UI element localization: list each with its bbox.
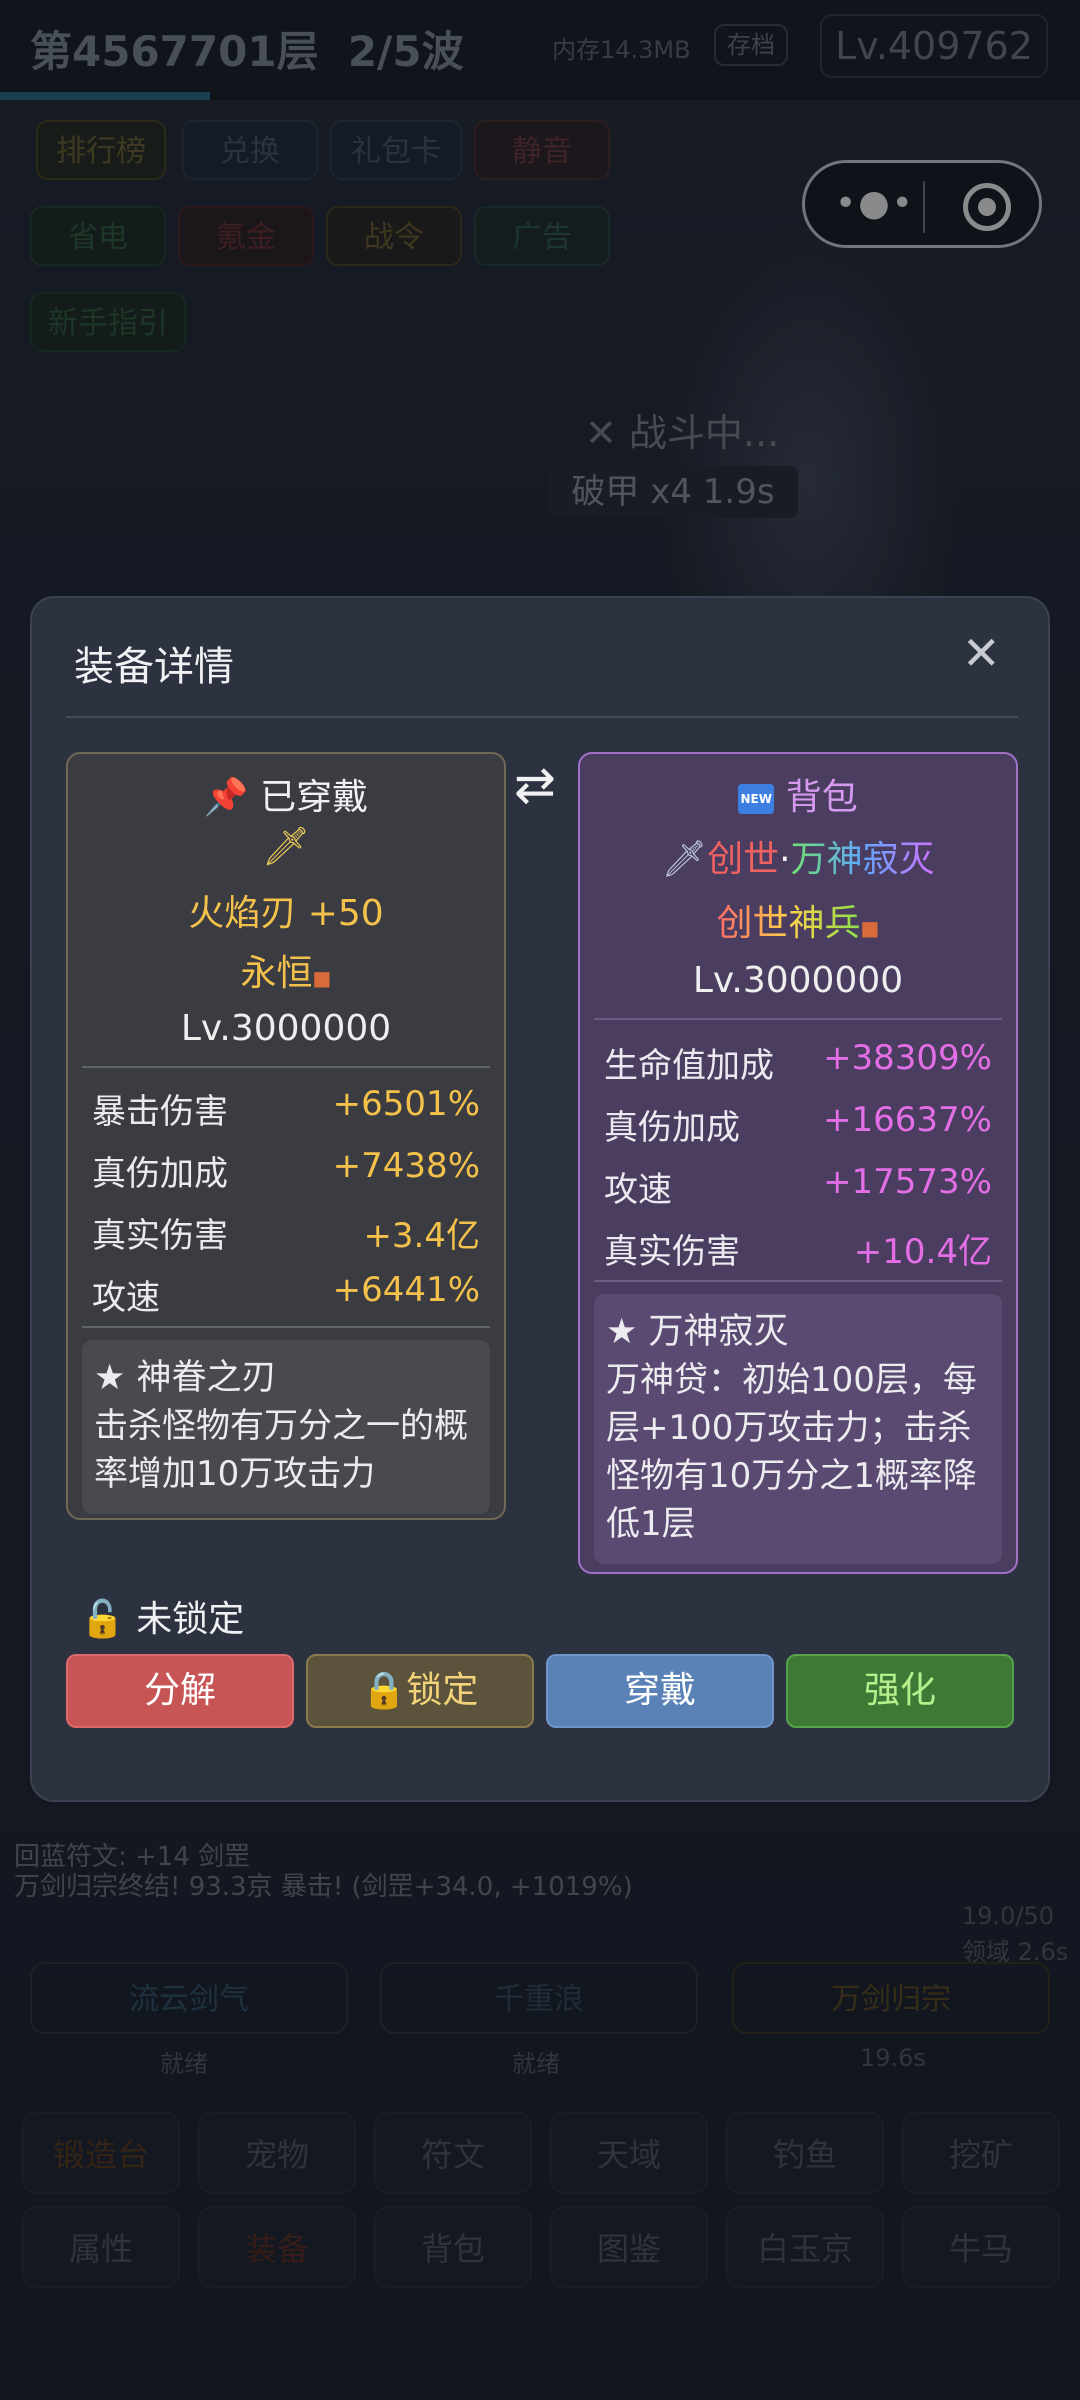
skill-title: ★ 神眷之刃 [94, 1358, 277, 1398]
item-name: 火焰刃 +50 [188, 893, 384, 934]
lock-icon: 🔒 [361, 1670, 407, 1711]
bag-header: NEW 背包 [580, 768, 1016, 820]
unlocked-icon: 🔓 [80, 1599, 125, 1640]
stat-label: 生命值加成 [604, 1046, 774, 1086]
stat-value: +3.4亿 [363, 1216, 480, 1256]
stat-label: 攻速 [92, 1278, 160, 1318]
bag-skill-panel: ★ 万神寂灭 万神贷：初始100层，每层+100万攻击力；击杀怪物有10万分之1… [594, 1294, 1002, 1564]
stat-value: +10.4亿 [853, 1232, 992, 1272]
stat-row: 真伤加成 +7438% [92, 1146, 480, 1196]
item-quality: 创世神兵■ [580, 894, 1016, 946]
stat-row: 暴击伤害 +6501% [92, 1084, 480, 1134]
stat-row: 生命值加成 +38309% [604, 1038, 992, 1088]
stat-row: 攻速 +17573% [604, 1162, 992, 1212]
card-divider [594, 1018, 1002, 1020]
modal-title: 装备详情 [74, 644, 234, 690]
item-name-part2: 万神寂灭 [790, 839, 935, 880]
item-level: Lv.3000000 [692, 960, 904, 1001]
swap-icon[interactable]: ⇄ [514, 756, 556, 814]
decompose-button[interactable]: 分解 [66, 1654, 294, 1728]
modal-divider [66, 716, 1018, 718]
item-quality: 永恒■ [68, 944, 504, 996]
quality-icon: ■ [312, 966, 332, 990]
stat-value: +38309% [823, 1038, 992, 1078]
stat-value: +7438% [332, 1146, 480, 1186]
card-divider [594, 1280, 1002, 1282]
card-divider [82, 1326, 490, 1328]
pin-icon: 📌 [203, 777, 249, 818]
skill-description: 击杀怪物有万分之一的概率增加10万攻击力 [94, 1406, 468, 1494]
item-name: 🗡创世·万神寂灭 [580, 830, 1016, 882]
stat-value: +16637% [823, 1100, 992, 1140]
card-divider [82, 1066, 490, 1068]
equipped-skill-panel: ★ 神眷之刃 击杀怪物有万分之一的概率增加10万攻击力 [82, 1340, 490, 1514]
lock-status-label: 未锁定 [136, 1599, 245, 1640]
equipment-detail-modal: 装备详情 ✕ 📌 已穿戴 🗡 火焰刃 +50 永恒■ Lv.3000000 暴击… [30, 596, 1050, 1802]
bag-header-label: 背包 [785, 777, 858, 818]
item-level: Lv.3000000 [180, 1008, 392, 1049]
lock-button-label: 锁定 [406, 1670, 479, 1711]
sword-icon: 🗡 [661, 839, 708, 880]
quality-label: 永恒 [240, 953, 313, 994]
skill-description: 万神贷：初始100层，每层+100万攻击力；击杀怪物有10万分之1概率降低1层 [606, 1360, 977, 1544]
lock-button[interactable]: 🔒锁定 [306, 1654, 534, 1728]
lock-status: 🔓 未锁定 [80, 1590, 244, 1642]
new-badge-icon: NEW [738, 784, 775, 814]
stat-value: +6441% [332, 1270, 480, 1310]
equipped-item-card: 📌 已穿戴 🗡 火焰刃 +50 永恒■ Lv.3000000 暴击伤害 +650… [66, 752, 506, 1520]
bag-item-card: NEW 背包 🗡创世·万神寂灭 创世神兵■ Lv.3000000 生命值加成 +… [578, 752, 1018, 1574]
stat-label: 攻速 [604, 1170, 672, 1210]
dagger-icon: 🗡 [261, 824, 311, 868]
stat-value: +6501% [332, 1084, 480, 1124]
stat-row: 真实伤害 +3.4亿 [92, 1208, 480, 1258]
stat-value: +17573% [823, 1162, 992, 1202]
stat-label: 真实伤害 [92, 1216, 228, 1256]
stat-label: 真实伤害 [604, 1232, 740, 1272]
stat-label: 真伤加成 [604, 1108, 740, 1148]
item-name-part1: 创世 [707, 839, 780, 880]
equip-button[interactable]: 穿戴 [546, 1654, 774, 1728]
item-name-dot: · [779, 839, 791, 880]
equipped-header: 📌 已穿戴 [68, 768, 504, 820]
stat-label: 真伤加成 [92, 1154, 228, 1194]
skill-title: ★ 万神寂灭 [606, 1312, 789, 1352]
quality-label: 创世神兵 [716, 903, 861, 944]
stat-row: 真伤加成 +16637% [604, 1100, 992, 1150]
stat-row: 攻速 +6441% [92, 1270, 480, 1320]
quality-icon: ■ [860, 916, 880, 940]
stat-row: 真实伤害 +10.4亿 [604, 1224, 992, 1274]
upgrade-button[interactable]: 强化 [786, 1654, 1014, 1728]
equipped-header-label: 已穿戴 [260, 777, 369, 818]
close-icon[interactable]: ✕ [962, 626, 1001, 680]
stat-label: 暴击伤害 [92, 1092, 228, 1132]
